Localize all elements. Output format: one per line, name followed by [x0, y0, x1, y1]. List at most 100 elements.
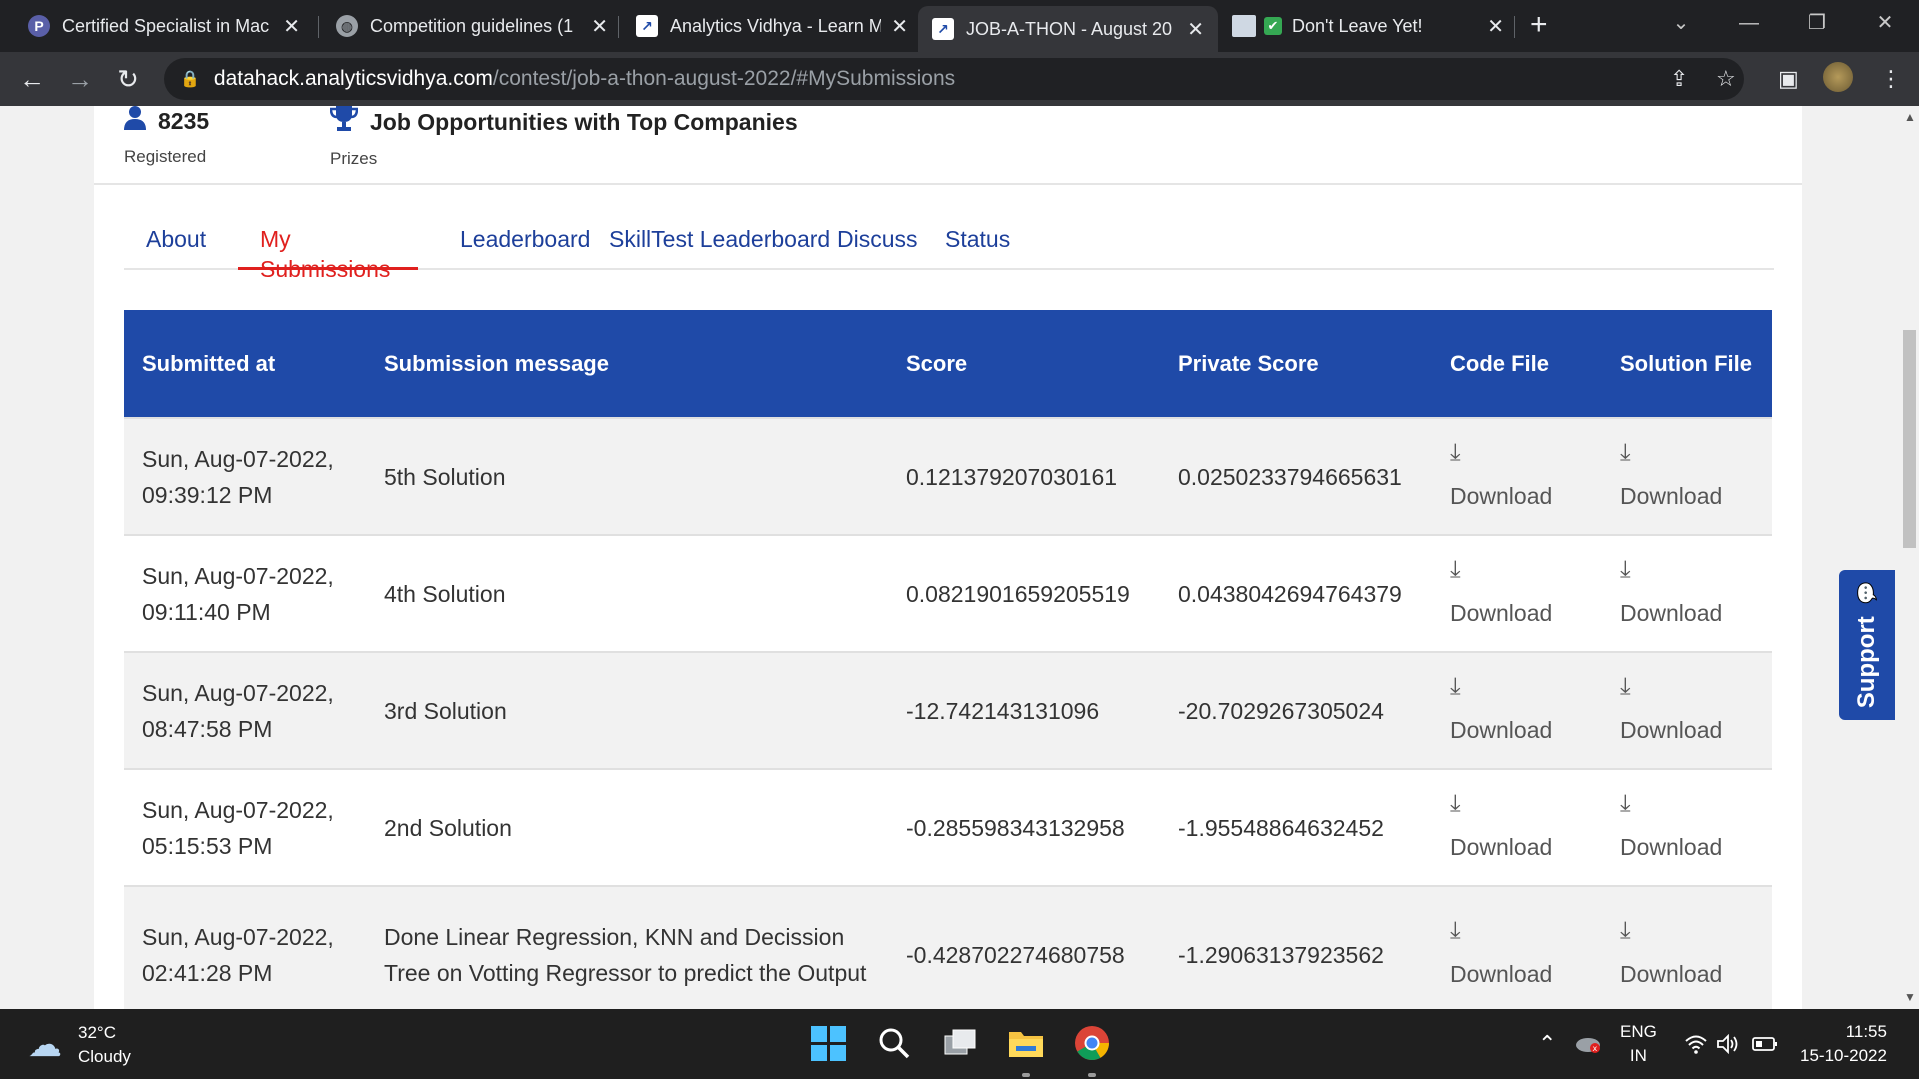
download-text[interactable]: Download	[1620, 712, 1754, 748]
close-tab-icon[interactable]: ✕	[1187, 17, 1204, 42]
user-icon	[124, 106, 146, 137]
download-icon[interactable]: ⤓	[1620, 790, 1754, 817]
solution-download-link[interactable]: ⤓ Download	[1620, 917, 1754, 992]
battery-icon[interactable]	[1752, 1009, 1778, 1079]
download-icon[interactable]: ⤓	[1620, 439, 1754, 466]
code-download-link[interactable]: ⤓ Download	[1450, 439, 1584, 514]
star-bookmark-icon[interactable]: ☆	[1716, 66, 1736, 92]
prizes-value: Job Opportunities with Top Companies	[370, 109, 798, 135]
side-panel-icon[interactable]: ▣	[1778, 66, 1799, 92]
submitted-at-cell: Sun, Aug-07-2022, 02:41:28 PM	[124, 885, 366, 1009]
contest-tabs: About My Submissions Leaderboard SkillTe…	[124, 214, 1774, 282]
minimize-button[interactable]: —	[1715, 0, 1783, 46]
windows-taskbar: ☁ 32°C Cloudy ⌃ x ENG IN 11:55 15-10-202…	[0, 1009, 1919, 1079]
close-tab-icon[interactable]: ✕	[283, 14, 300, 39]
solution-download-link[interactable]: ⤓ Download	[1620, 673, 1754, 748]
download-icon[interactable]: ⤓	[1450, 439, 1584, 466]
address-bar[interactable]: 🔒 datahack.analyticsvidhya.com /contest/…	[164, 58, 1744, 100]
lock-icon[interactable]: 🔒	[180, 69, 200, 89]
task-view-icon[interactable]	[940, 1023, 980, 1063]
chevron-up-icon[interactable]: ⌃	[1538, 1031, 1556, 1057]
volume-icon[interactable]	[1716, 1009, 1740, 1079]
close-tab-icon[interactable]: ✕	[891, 14, 908, 39]
tab-discuss[interactable]: Discuss	[815, 214, 940, 270]
solution-download-link[interactable]: ⤓ Download	[1620, 439, 1754, 514]
download-icon[interactable]: ⤓	[1450, 673, 1584, 700]
download-icon[interactable]: ⤓	[1450, 917, 1584, 944]
weather-widget[interactable]: ☁ 32°C Cloudy	[28, 1021, 131, 1069]
download-icon[interactable]: ⤓	[1450, 556, 1584, 583]
tab-about[interactable]: About	[124, 214, 228, 270]
show-hidden-icons-chevron[interactable]: ⌃	[1538, 1009, 1556, 1079]
file-explorer-icon[interactable]	[1006, 1023, 1046, 1063]
share-icon[interactable]: ⇪	[1670, 66, 1688, 92]
p-logo-icon: P	[28, 15, 50, 37]
scroll-up-arrow-icon[interactable]: ▲	[1904, 110, 1916, 124]
download-text[interactable]: Download	[1620, 956, 1754, 992]
scroll-down-arrow-icon[interactable]: ▼	[1904, 990, 1916, 1004]
download-text[interactable]: Download	[1450, 829, 1584, 865]
download-text[interactable]: Download	[1450, 712, 1584, 748]
code-file-cell: ⤓ Download	[1432, 534, 1602, 652]
download-text[interactable]: Download	[1450, 595, 1584, 631]
download-icon[interactable]: ⤓	[1620, 556, 1754, 583]
chrome-icon[interactable]	[1072, 1023, 1112, 1063]
download-text[interactable]: Download	[1450, 478, 1584, 514]
tab-separator	[1514, 16, 1515, 38]
window-controls: ⌄ — ❐ ✕	[1647, 0, 1919, 46]
trophy-icon	[329, 106, 359, 139]
download-icon[interactable]: ⤓	[1450, 790, 1584, 817]
tab-status[interactable]: Status	[923, 214, 1032, 270]
download-text[interactable]: Download	[1620, 595, 1754, 631]
back-arrow-icon[interactable]: ←	[16, 64, 48, 95]
close-tab-icon[interactable]: ✕	[1487, 14, 1504, 39]
browser-tab-certified-specialist[interactable]: P Certified Specialist in Mac ✕	[14, 6, 314, 46]
submitted-at-cell: Sun, Aug-07-2022, 09:39:12 PM	[124, 417, 366, 535]
prizes-label: Prizes	[330, 149, 378, 168]
clock-time: 11:55	[1845, 1022, 1887, 1041]
solution-download-link[interactable]: ⤓ Download	[1620, 556, 1754, 631]
page-scrollbar[interactable]: ▲ ▼	[1900, 106, 1919, 1009]
download-text[interactable]: Download	[1620, 478, 1754, 514]
scrollbar-thumb[interactable]	[1903, 330, 1916, 548]
new-tab-button[interactable]: +	[1530, 8, 1548, 42]
profile-avatar[interactable]	[1823, 62, 1853, 92]
code-download-link[interactable]: ⤓ Download	[1450, 673, 1584, 748]
code-file-cell: ⤓ Download	[1432, 651, 1602, 769]
download-icon[interactable]: ⤓	[1620, 917, 1754, 944]
reload-icon[interactable]: ↻	[112, 64, 144, 95]
tab-my-submissions[interactable]: My Submissions	[238, 214, 418, 282]
restore-button[interactable]: ❐	[1783, 0, 1851, 46]
wifi-icon[interactable]	[1684, 1009, 1708, 1079]
stat-registered: 8235 Registered	[124, 106, 209, 167]
chrome-menu-icon[interactable]: ⋮	[1880, 66, 1902, 92]
clock[interactable]: 11:55 15-10-2022	[1800, 1009, 1887, 1079]
language-indicator[interactable]: ENG IN	[1620, 1009, 1657, 1079]
private-score-cell: 0.0250233794665631	[1160, 417, 1432, 535]
tab-title: Competition guidelines (1	[370, 15, 574, 36]
code-download-link[interactable]: ⤓ Download	[1450, 790, 1584, 865]
solution-download-link[interactable]: ⤓ Download	[1620, 790, 1754, 865]
download-icon[interactable]: ⤓	[1620, 673, 1754, 700]
download-text[interactable]: Download	[1450, 956, 1584, 992]
image-thumbnail-icon	[1232, 15, 1256, 37]
url-host: datahack.analyticsvidhya.com	[213, 67, 493, 90]
code-download-link[interactable]: ⤓ Download	[1450, 556, 1584, 631]
close-window-button[interactable]: ✕	[1851, 0, 1919, 46]
support-button[interactable]: Support 💬	[1839, 570, 1895, 720]
windows-start-icon[interactable]	[808, 1023, 848, 1063]
code-download-link[interactable]: ⤓ Download	[1450, 917, 1584, 992]
tab-skilltest-leaderboard[interactable]: SkillTest Leaderboard	[587, 214, 852, 270]
close-tab-icon[interactable]: ✕	[591, 14, 608, 39]
forward-arrow-icon[interactable]: →	[64, 64, 96, 95]
submitted-at-cell: Sun, Aug-07-2022, 09:11:40 PM	[124, 534, 366, 652]
browser-tab-job-a-thon[interactable]: ↗ JOB-A-THON - August 20 ✕	[918, 6, 1218, 52]
onedrive-icon[interactable]: x	[1574, 1009, 1602, 1079]
search-icon[interactable]	[874, 1023, 914, 1063]
browser-tab-analytics-vidhya[interactable]: ↗ Analytics Vidhya - Learn M ✕	[622, 6, 922, 46]
browser-tab-competition-guidelines[interactable]: ◍ Competition guidelines (1 ✕	[322, 6, 622, 46]
tab-search-dropdown-icon[interactable]: ⌄	[1647, 0, 1715, 46]
solution-file-cell: ⤓ Download	[1602, 768, 1772, 886]
browser-tab-dont-leave-yet[interactable]: ✔ Don't Leave Yet! ✕	[1218, 6, 1518, 46]
download-text[interactable]: Download	[1620, 829, 1754, 865]
